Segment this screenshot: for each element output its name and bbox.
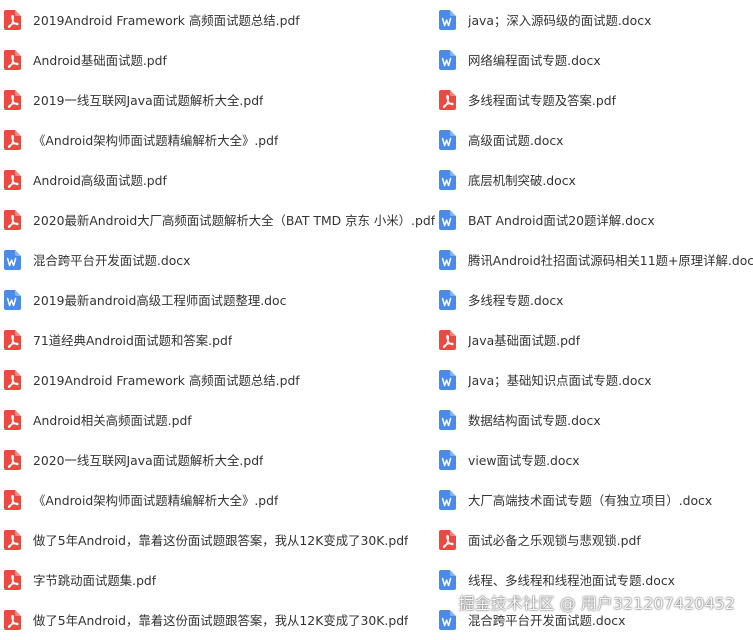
file-name: java；深入源码级的面试题.docx	[468, 13, 652, 28]
file-name: 2020一线互联网Java面试题解析大全.pdf	[33, 453, 264, 468]
pdf-icon	[439, 530, 456, 550]
file-item[interactable]: view面试专题.docx	[439, 440, 753, 480]
pdf-icon	[4, 330, 21, 350]
file-name: 混合跨平台开发面试题.docx	[33, 253, 191, 268]
watermark: 掘金技术社区 @ 用户321207420452	[458, 594, 735, 613]
file-list-left: 2019Android Framework 高频面试题总结.pdf Android…	[4, 0, 436, 640]
file-item[interactable]: 腾讯Android社招面试源码相关11题+原理详解.docx	[439, 240, 753, 280]
file-name: Java基础面试题.pdf	[468, 333, 581, 348]
file-item[interactable]: Java基础面试题.pdf	[439, 320, 753, 360]
file-item[interactable]: 2019一线互联网Java面试题解析大全.pdf	[4, 80, 436, 120]
word-icon	[439, 610, 456, 630]
pdf-icon	[4, 370, 21, 390]
file-item[interactable]: 2019Android Framework 高频面试题总结.pdf	[4, 0, 436, 40]
file-name: 多线程专题.docx	[468, 293, 564, 308]
word-icon	[439, 10, 456, 30]
file-name: Java；基础知识点面试专题.docx	[468, 373, 652, 388]
file-name: Android相关高频面试题.pdf	[33, 413, 192, 428]
pdf-icon	[4, 90, 21, 110]
word-icon	[439, 450, 456, 470]
file-name: 高级面试题.docx	[468, 133, 564, 148]
file-item[interactable]: java；深入源码级的面试题.docx	[439, 0, 753, 40]
file-name: 《Android架构师面试题精编解析大全》.pdf	[33, 133, 279, 148]
file-item[interactable]: 《Android架构师面试题精编解析大全》.pdf	[4, 480, 436, 520]
file-name: 《Android架构师面试题精编解析大全》.pdf	[33, 493, 279, 508]
file-item[interactable]: 高级面试题.docx	[439, 120, 753, 160]
file-item[interactable]: 大厂高端技术面试专题（有独立项目）.docx	[439, 480, 753, 520]
file-item[interactable]: 字节跳动面试题集.pdf	[4, 560, 436, 600]
pdf-icon	[4, 450, 21, 470]
pdf-icon	[439, 330, 456, 350]
file-name: 大厂高端技术面试专题（有独立项目）.docx	[468, 493, 713, 508]
file-item[interactable]: 71道经典Android面试题和答案.pdf	[4, 320, 436, 360]
file-name: 2019Android Framework 高频面试题总结.pdf	[33, 13, 300, 28]
pdf-icon	[4, 490, 21, 510]
word-icon	[439, 130, 456, 150]
file-item[interactable]: 2019最新android高级工程师面试题整理.doc	[4, 280, 436, 320]
file-item[interactable]: 2019Android Framework 高频面试题总结.pdf	[4, 360, 436, 400]
word-icon	[439, 370, 456, 390]
file-item[interactable]: 2020一线互联网Java面试题解析大全.pdf	[4, 440, 436, 480]
pdf-icon	[4, 210, 21, 230]
file-name: 底层机制突破.docx	[468, 173, 576, 188]
file-name: 做了5年Android，靠着这份面试题跟答案，我从12K变成了30K.pdf	[33, 613, 409, 628]
file-name: Android高级面试题.pdf	[33, 173, 167, 188]
file-item[interactable]: 《Android架构师面试题精编解析大全》.pdf	[4, 120, 436, 160]
pdf-icon	[4, 10, 21, 30]
word-icon	[439, 50, 456, 70]
word-icon	[4, 250, 21, 270]
file-name: 2019一线互联网Java面试题解析大全.pdf	[33, 93, 264, 108]
file-item[interactable]: 2020最新Android大厂高频面试题解析大全（BAT TMD 京东 小米）.…	[4, 200, 436, 240]
pdf-icon	[4, 410, 21, 430]
word-icon	[4, 290, 21, 310]
pdf-icon	[4, 50, 21, 70]
file-item[interactable]: 网络编程面试专题.docx	[439, 40, 753, 80]
file-item[interactable]: Android相关高频面试题.pdf	[4, 400, 436, 440]
file-name: Android基础面试题.pdf	[33, 53, 167, 68]
file-item[interactable]: 数据结构面试专题.docx	[439, 400, 753, 440]
pdf-icon	[4, 570, 21, 590]
file-item[interactable]: 做了5年Android，靠着这份面试题跟答案，我从12K变成了30K.pdf	[4, 600, 436, 640]
word-icon	[439, 170, 456, 190]
file-item[interactable]: 多线程面试专题及答案.pdf	[439, 80, 753, 120]
word-icon	[439, 290, 456, 310]
word-icon	[439, 490, 456, 510]
file-list-right: java；深入源码级的面试题.docx 网络编程面试专题.docx 多线程面试专题及…	[439, 0, 753, 640]
file-name: 2019最新android高级工程师面试题整理.doc	[33, 293, 287, 308]
file-name: view面试专题.docx	[468, 453, 580, 468]
file-item[interactable]: 混合跨平台开发面试题.docx	[4, 240, 436, 280]
pdf-icon	[4, 130, 21, 150]
pdf-icon	[439, 90, 456, 110]
pdf-icon	[4, 170, 21, 190]
file-item[interactable]: 底层机制突破.docx	[439, 160, 753, 200]
file-name: 2019Android Framework 高频面试题总结.pdf	[33, 373, 300, 388]
pdf-icon	[4, 530, 21, 550]
file-name: 面试必备之乐观锁与悲观锁.pdf	[468, 533, 641, 548]
file-item[interactable]: Android高级面试题.pdf	[4, 160, 436, 200]
word-icon	[439, 570, 456, 590]
file-item[interactable]: 面试必备之乐观锁与悲观锁.pdf	[439, 520, 753, 560]
file-name: 多线程面试专题及答案.pdf	[468, 93, 616, 108]
file-name: 2020最新Android大厂高频面试题解析大全（BAT TMD 京东 小米）.…	[33, 213, 436, 228]
file-name: 做了5年Android，靠着这份面试题跟答案，我从12K变成了30K.pdf	[33, 533, 409, 548]
file-name: 腾讯Android社招面试源码相关11题+原理详解.docx	[468, 253, 753, 268]
file-name: BAT Android面试20题详解.docx	[468, 213, 655, 228]
word-icon	[439, 410, 456, 430]
word-icon	[439, 210, 456, 230]
file-name: 71道经典Android面试题和答案.pdf	[33, 333, 233, 348]
file-name: 字节跳动面试题集.pdf	[33, 573, 157, 588]
word-icon	[439, 250, 456, 270]
file-name: 网络编程面试专题.docx	[468, 53, 601, 68]
file-item[interactable]: BAT Android面试20题详解.docx	[439, 200, 753, 240]
file-item[interactable]: Java；基础知识点面试专题.docx	[439, 360, 753, 400]
file-name: 线程、多线程和线程池面试专题.docx	[468, 573, 675, 588]
file-item[interactable]: 做了5年Android，靠着这份面试题跟答案，我从12K变成了30K.pdf	[4, 520, 436, 560]
file-name: 数据结构面试专题.docx	[468, 413, 601, 428]
file-item[interactable]: Android基础面试题.pdf	[4, 40, 436, 80]
pdf-icon	[4, 610, 21, 630]
file-item[interactable]: 多线程专题.docx	[439, 280, 753, 320]
